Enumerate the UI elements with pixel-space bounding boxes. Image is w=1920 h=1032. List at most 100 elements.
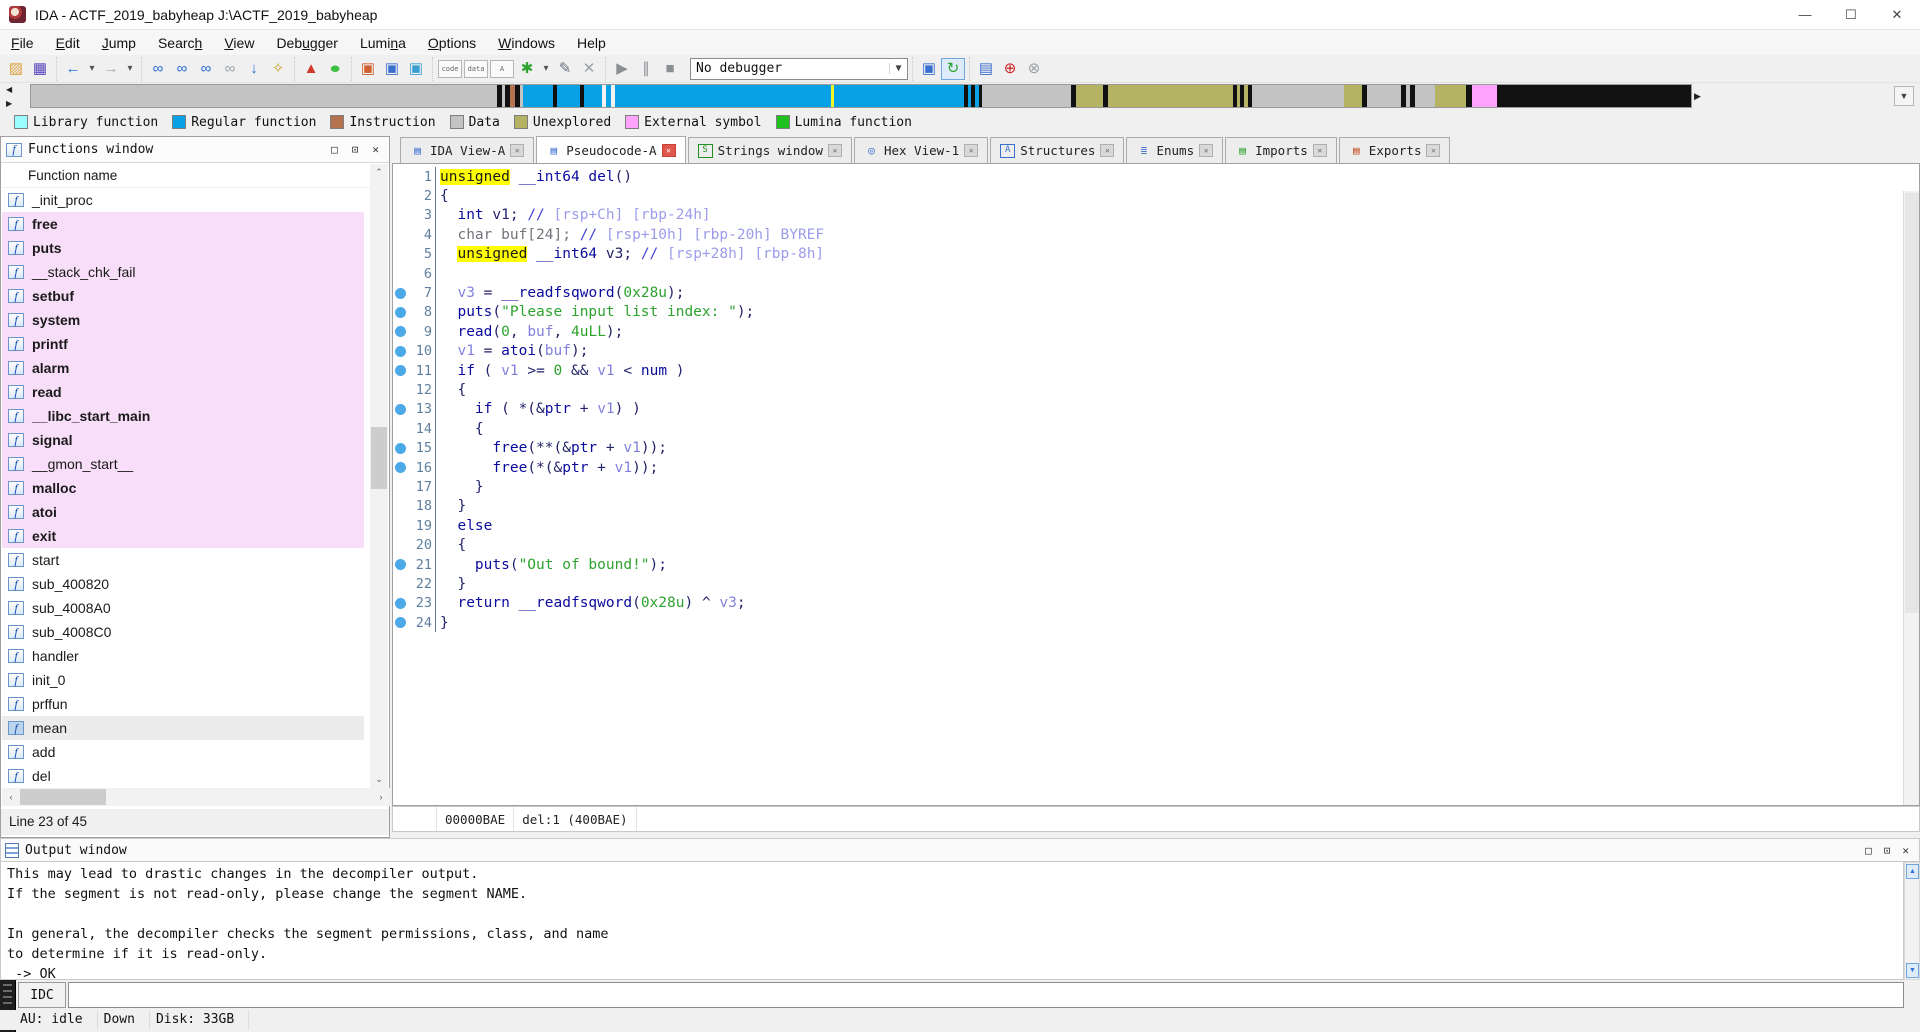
breakpoint-gutter[interactable] — [393, 345, 407, 357]
breakpoint-gutter[interactable] — [393, 462, 407, 474]
functions-close-icon[interactable]: ✕ — [372, 143, 379, 156]
remove-breakpoint-icon[interactable]: ⊗ — [1022, 58, 1046, 80]
breakpoint-icon[interactable] — [394, 442, 406, 454]
scroll-up-icon[interactable]: ⌃ — [370, 164, 388, 181]
idc-command-input[interactable] — [68, 982, 1904, 1008]
pseudocode-line-12[interactable]: 12 { — [393, 380, 1883, 400]
tab-hex-view-1[interactable]: ◎ Hex View-1 ✕ — [853, 137, 989, 163]
window-cascade-icon[interactable]: ▣ — [404, 58, 428, 80]
output-close-icon[interactable]: ✕ — [1902, 844, 1909, 857]
scroll-right-icon[interactable]: › — [372, 788, 390, 806]
ida-app-icon[interactable] — [9, 6, 26, 23]
function-row-free[interactable]: f free — [2, 212, 364, 236]
breakpoint-icon[interactable] — [394, 306, 406, 318]
breakpoint-icon[interactable] — [394, 345, 406, 357]
pseudocode-line-23[interactable]: 23 return __readfsqword(0x28u) ^ v3; — [393, 593, 1883, 613]
open-file-icon[interactable]: ▨ — [4, 58, 28, 80]
functions-window-titlebar[interactable]: f Functions window □ ⊡ ✕ — [1, 137, 389, 163]
pseudocode-line-14[interactable]: 14 { — [393, 419, 1883, 439]
forward-dropdown-icon[interactable]: ▾ — [123, 58, 137, 80]
scroll-down-icon[interactable]: ⌄ — [370, 771, 388, 788]
window-disasm-icon[interactable]: ▣ — [356, 58, 380, 80]
pseudocode-line-3[interactable]: 3 int v1; // [rsp+Ch] [rbp-24h] — [393, 205, 1883, 226]
search-icon[interactable]: ✧ — [266, 58, 290, 80]
breakpoint-gutter[interactable] — [393, 287, 407, 299]
function-row-exit[interactable]: f exit — [2, 524, 364, 548]
script-file-icon[interactable]: ▤ — [974, 58, 998, 80]
breakpoint-gutter[interactable] — [393, 559, 407, 570]
breakpoint-gutter[interactable] — [393, 617, 407, 629]
save-icon[interactable]: ▦ — [28, 58, 52, 80]
pseudocode-line-11[interactable]: 11 if ( v1 >= 0 && v1 < num ) — [393, 360, 1883, 381]
search-binary-icon[interactable]: ∞ — [146, 58, 170, 80]
pseudocode-line-21[interactable]: 21 puts("Out of bound!"); — [393, 554, 1883, 575]
minimize-button[interactable]: — — [1782, 0, 1828, 30]
breakpoint-icon[interactable] — [394, 403, 406, 415]
pseudocode-line-2[interactable]: 2{ — [393, 186, 1883, 206]
search-again-icon[interactable]: ∞ — [218, 58, 242, 80]
delete-function-icon[interactable]: ✕ — [577, 58, 601, 80]
function-row-printf[interactable]: f printf — [2, 332, 364, 356]
scroll-left-icon[interactable]: ‹ — [2, 788, 20, 806]
breakpoint-icon[interactable] — [394, 559, 406, 570]
back-dropdown-icon[interactable]: ▾ — [85, 58, 99, 80]
breakpoint-gutter[interactable] — [393, 442, 407, 454]
breakpoint-gutter[interactable] — [393, 403, 407, 415]
pseudocode-vertical-scrollbar[interactable]: ▼ — [1903, 191, 1919, 805]
pseudocode-line-18[interactable]: 18 } — [393, 496, 1883, 517]
idc-language-button[interactable]: IDC — [18, 982, 66, 1008]
menu-item-file[interactable]: File — [0, 32, 45, 54]
pseudocode-line-16[interactable]: 16 free(*(&ptr + v1)); — [393, 457, 1883, 478]
make-code-icon[interactable]: code — [438, 59, 462, 78]
breakpoint-gutter[interactable] — [393, 306, 407, 318]
menu-item-help[interactable]: Help — [566, 32, 617, 54]
pseudocode-line-19[interactable]: 19 else — [393, 516, 1883, 536]
function-row-del[interactable]: f del — [2, 764, 364, 788]
function-row-system[interactable]: f system — [2, 308, 364, 332]
pseudocode-vscroll-thumb[interactable] — [1905, 193, 1919, 613]
pseudocode-line-5[interactable]: 5 unsigned __int64 v3; // [rsp+28h] [rbp… — [393, 244, 1883, 264]
menu-item-edit[interactable]: Edit — [45, 32, 91, 54]
function-row-signal[interactable]: f signal — [2, 428, 364, 452]
lumina-pull-icon[interactable]: ● — [319, 58, 351, 80]
breakpoint-icon[interactable] — [394, 462, 406, 474]
breakpoint-icon[interactable] — [394, 597, 406, 609]
navband-end-arrow-icon[interactable]: ▶ — [1694, 91, 1701, 102]
function-row-puts[interactable]: f puts — [2, 236, 364, 260]
functions-float-icon[interactable]: ⊡ — [352, 143, 359, 156]
menu-item-options[interactable]: Options — [417, 32, 487, 54]
tab-ida-view-a[interactable]: ▤ IDA View-A ✕ — [400, 137, 535, 163]
tab-structures[interactable]: A Structures ✕ — [990, 137, 1125, 163]
functions-hscroll-thumb[interactable] — [20, 789, 106, 805]
function-row-__stack_chk_fail[interactable]: f __stack_chk_fail — [2, 260, 364, 284]
pseudocode-line-6[interactable]: 6 — [393, 263, 1883, 284]
pseudocode-line-15[interactable]: 15 free(**(&ptr + v1)); — [393, 438, 1883, 458]
function-row-sub_400820[interactable]: f sub_400820 — [2, 572, 364, 596]
breakpoint-gutter[interactable] — [393, 365, 407, 377]
function-row-setbuf[interactable]: f setbuf — [2, 284, 364, 308]
function-row-malloc[interactable]: f malloc — [2, 476, 364, 500]
pseudocode-line-17[interactable]: 17 } — [393, 477, 1883, 497]
function-row-__libc_start_main[interactable]: f __libc_start_main — [2, 404, 364, 428]
function-name-column-header[interactable]: Function name — [2, 164, 370, 188]
function-row-mean[interactable]: f mean — [2, 716, 364, 740]
breakpoint-gutter[interactable] — [393, 326, 407, 338]
output-maximize-icon[interactable]: □ — [1865, 844, 1872, 857]
function-dropdown-icon[interactable]: ▾ — [539, 58, 553, 80]
jump-down-icon[interactable]: ↓ — [242, 58, 266, 80]
functions-vertical-scrollbar[interactable]: ⌃ ⌄ — [370, 164, 388, 788]
breakpoint-icon[interactable] — [394, 326, 406, 338]
menu-item-jump[interactable]: Jump — [91, 32, 147, 54]
tab-close-icon[interactable]: ✕ — [964, 144, 979, 157]
close-button[interactable]: ✕ — [1874, 0, 1920, 30]
function-row-atoi[interactable]: f atoi — [2, 500, 364, 524]
function-row-start[interactable]: f start — [2, 548, 364, 572]
pseudocode-line-22[interactable]: 22 } — [393, 574, 1883, 594]
pseudocode-line-4[interactable]: 4 char buf[24]; // [rsp+10h] [rbp-20h] B… — [393, 225, 1883, 245]
pseudocode-line-9[interactable]: 9 read(0, buf, 4uLL); — [393, 322, 1883, 342]
function-row-add[interactable]: f add — [2, 740, 364, 764]
tab-close-icon[interactable]: ✕ — [827, 144, 842, 157]
tab-enums[interactable]: ≣ Enums ✕ — [1126, 137, 1224, 163]
breakpoint-icon[interactable] — [394, 365, 406, 377]
navband-scroll-arrows[interactable]: ◀ ▶ — [6, 85, 22, 108]
